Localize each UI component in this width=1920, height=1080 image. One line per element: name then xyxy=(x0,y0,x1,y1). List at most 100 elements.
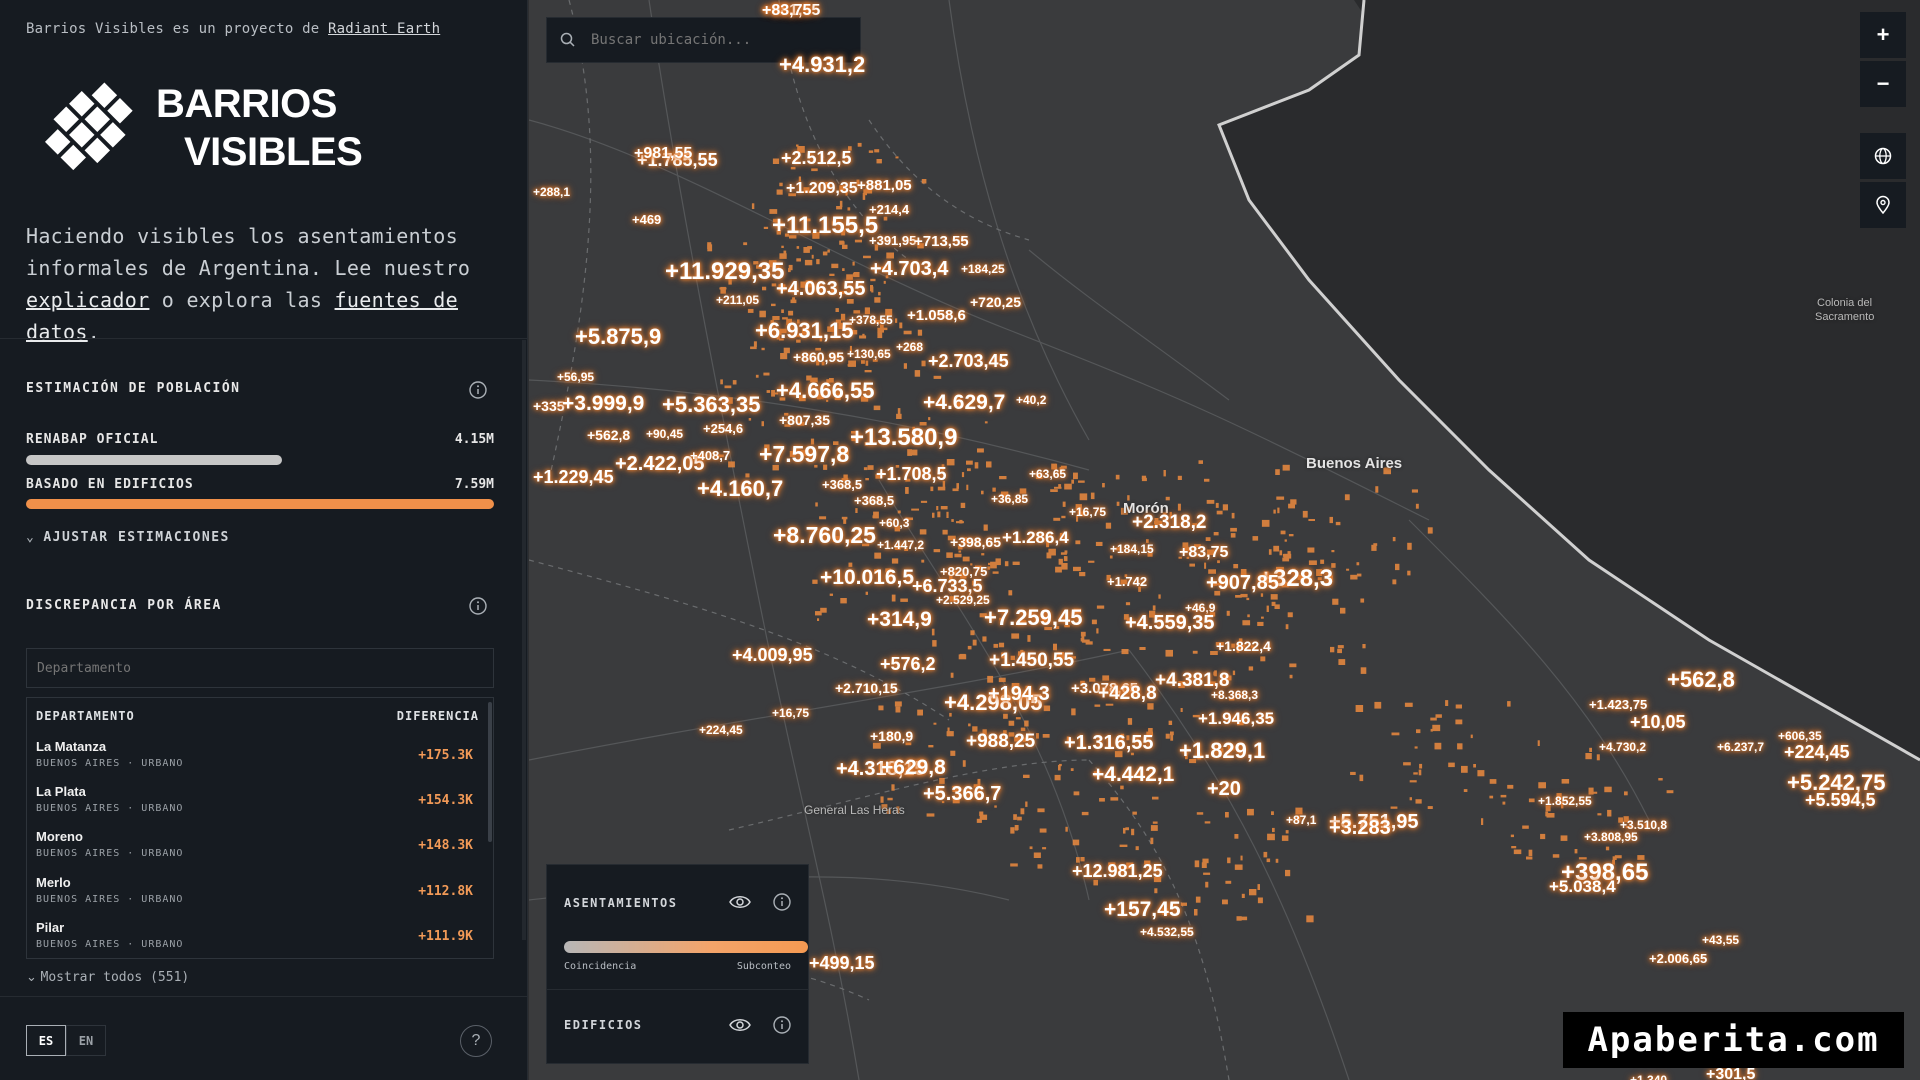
discrepancy-label: +469 xyxy=(632,212,662,227)
settlement-patch xyxy=(1390,806,1398,809)
col-difference[interactable]: DIFERENCIA xyxy=(397,709,479,723)
settlement-patch xyxy=(1222,899,1228,905)
map-canvas[interactable]: + − Buenos Aires Morón General Las Heras… xyxy=(529,0,1920,1080)
place-label: Sacramento xyxy=(1815,311,1875,323)
settlement-patch xyxy=(1165,733,1170,739)
col-department[interactable]: DEPARTAMENTO xyxy=(36,709,135,723)
settlement-patch xyxy=(1330,646,1335,653)
settlement-patch xyxy=(946,459,955,466)
search-input[interactable] xyxy=(591,26,851,54)
settlement-patch xyxy=(857,142,862,147)
zoom-in-button[interactable]: + xyxy=(1860,12,1906,58)
info-icon[interactable] xyxy=(468,380,488,400)
show-all-toggle[interactable]: ⌄ Mostrar todos (551) xyxy=(26,969,189,985)
settlement-patch xyxy=(1242,620,1251,626)
settlement-patch xyxy=(1008,720,1015,726)
row-diff: +175.3K xyxy=(418,748,473,763)
settlement-patch xyxy=(1158,594,1161,599)
globe-icon xyxy=(1874,147,1892,165)
settlement-patch xyxy=(1230,527,1237,532)
settlement-patch xyxy=(817,618,820,621)
settlement-patch xyxy=(1489,795,1494,799)
settlement-patch xyxy=(1073,566,1081,572)
settlement-patch xyxy=(1099,798,1105,802)
settlement-patch xyxy=(1150,825,1158,831)
settlement-patch xyxy=(1275,858,1279,863)
table-row[interactable]: La Plata BUENOS AIRES · URBANO +154.3K xyxy=(27,779,487,824)
credit-prefix: Barrios Visibles es un proyecto de xyxy=(26,21,320,37)
settlement-patch xyxy=(1204,821,1211,824)
discrepancy-label: +180,9 xyxy=(870,728,914,744)
search-icon xyxy=(560,32,575,47)
discrepancy-label: +7.597,8 xyxy=(759,441,850,467)
settlement-patch xyxy=(1241,893,1245,898)
department-filter-input[interactable] xyxy=(26,648,494,688)
settlement-patch xyxy=(958,550,962,553)
official-bar xyxy=(26,455,282,465)
settlement-patch xyxy=(1025,801,1028,807)
radiant-earth-link[interactable]: Radiant Earth xyxy=(328,21,440,37)
table-row[interactable]: Merlo BUENOS AIRES · URBANO +112.8K xyxy=(27,870,487,915)
discrepancy-label: +288,1 xyxy=(533,185,571,199)
lang-en-button[interactable]: EN xyxy=(66,1025,106,1056)
info-icon[interactable] xyxy=(468,596,488,616)
settlement-patch xyxy=(919,529,927,535)
settlement-patch xyxy=(974,462,979,469)
settlement-patch xyxy=(1227,857,1231,864)
settlement-patch xyxy=(1455,704,1462,709)
info-icon[interactable] xyxy=(772,1015,792,1035)
settlement-patch xyxy=(1248,666,1254,671)
settlement-patch xyxy=(781,309,784,313)
chevron-down-icon: ⌄ xyxy=(26,530,36,545)
globe-button[interactable] xyxy=(1860,133,1906,179)
settlement-patch xyxy=(829,593,833,596)
settlement-patch xyxy=(1095,541,1103,546)
row-sub: BUENOS AIRES · URBANO xyxy=(36,894,184,905)
locate-button[interactable] xyxy=(1860,182,1906,228)
info-icon[interactable] xyxy=(772,892,792,912)
settlement-patch xyxy=(772,158,780,164)
table-row[interactable]: Pilar BUENOS AIRES · URBANO +111.9K xyxy=(27,915,487,960)
settlement-patch xyxy=(796,258,801,262)
discrepancy-label: +398,65 xyxy=(950,534,1001,550)
settlement-patch xyxy=(1131,828,1135,836)
settlement-patch xyxy=(1073,472,1078,480)
lang-es-button[interactable]: ES xyxy=(26,1025,66,1056)
eye-icon[interactable] xyxy=(729,1015,751,1035)
place-label: Colonia del xyxy=(1817,297,1873,309)
adjust-estimates-toggle[interactable]: ⌄ AJUSTAR ESTIMACIONES xyxy=(26,530,230,545)
settlement-patch xyxy=(1360,667,1367,674)
settlement-patch xyxy=(1414,746,1418,749)
discrepancy-label: +2.710,15 xyxy=(835,680,898,696)
settlement-patch xyxy=(761,347,765,351)
settlement-patch xyxy=(1500,794,1507,798)
eye-icon[interactable] xyxy=(729,892,751,912)
discrepancy-label: +16,75 xyxy=(1069,505,1107,519)
settlement-patch xyxy=(977,448,984,453)
divider xyxy=(0,338,528,339)
row-diff: +148.3K xyxy=(418,838,473,853)
zoom-out-button[interactable]: − xyxy=(1860,61,1906,107)
help-button[interactable]: ? xyxy=(460,1025,492,1057)
settlement-patch xyxy=(1213,532,1219,536)
settlement-patch xyxy=(874,297,881,303)
table-row[interactable]: Moreno BUENOS AIRES · URBANO +148.3K xyxy=(27,824,487,869)
explainer-link[interactable]: explicador xyxy=(26,288,149,312)
sidebar-scrollbar[interactable] xyxy=(522,340,526,940)
settlement-patch xyxy=(1404,702,1413,707)
settlement-patch xyxy=(1289,663,1297,668)
discrepancy-label: +7.259,45 xyxy=(984,605,1083,630)
settlement-patch xyxy=(761,421,764,427)
discrepancy-label: +4.532,55 xyxy=(1140,925,1194,939)
table-scrollbar[interactable] xyxy=(488,702,492,842)
settlement-patch xyxy=(1060,552,1067,555)
settlement-patch xyxy=(1194,860,1200,868)
settlement-patch xyxy=(1288,534,1294,537)
settlement-patch xyxy=(759,310,766,318)
settlement-patch xyxy=(815,611,822,616)
settlement-patch xyxy=(921,360,926,367)
settlement-patch xyxy=(1189,563,1195,567)
settlement-patch xyxy=(842,268,845,271)
table-row[interactable]: La Matanza BUENOS AIRES · URBANO +175.3K xyxy=(27,734,487,779)
settlement-patch xyxy=(1510,834,1514,838)
